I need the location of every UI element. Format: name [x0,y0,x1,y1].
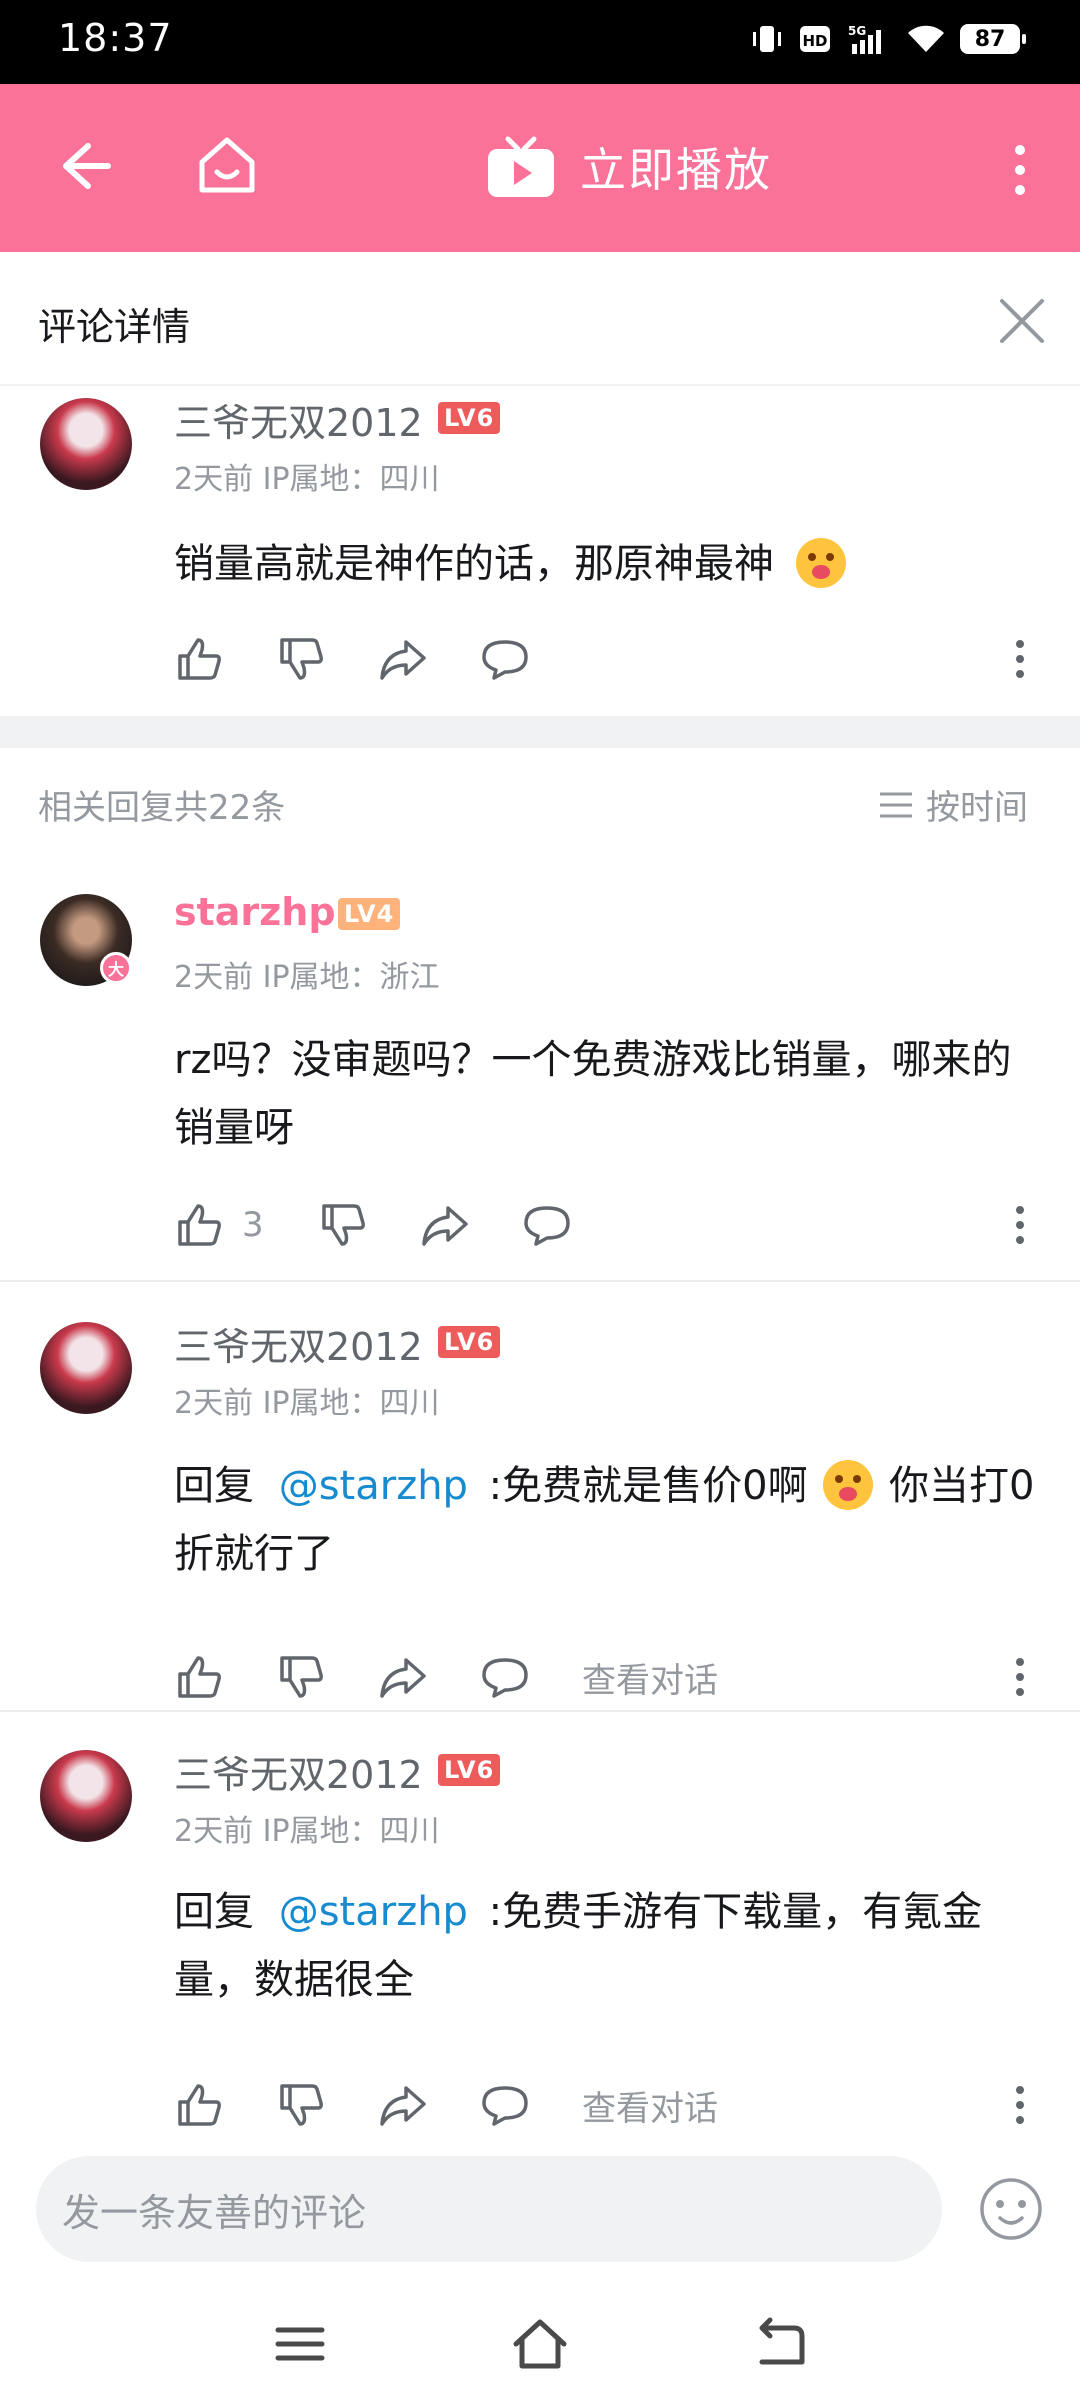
home-nav-icon[interactable] [510,2314,570,2374]
svg-text:5G: 5G [848,24,866,38]
emoji-face-icon[interactable] [978,2176,1044,2242]
comment-text-content: 销量高就是神作的话，那原神最神 [174,541,774,587]
reply-count: 相关回复共22条 [38,788,286,828]
reply-icon[interactable] [480,2080,530,2130]
share-icon[interactable] [420,1200,470,1250]
comment-actions: 3 [174,1200,624,1250]
username[interactable]: 三爷无双2012 [174,1316,423,1371]
vibrate-icon [753,26,781,52]
level-badge: LV4 [338,898,401,930]
comment-text: 回复 @starzhp :免费就是售价0啊 你当打0折就行了 [174,1452,1044,1588]
play-now-label: 立即播放 [580,143,772,197]
mention-link[interactable]: @starzhp [279,1463,468,1509]
system-nav-bar [0,2280,1080,2408]
avatar[interactable] [40,398,132,490]
comment-text-part: :免费就是售价0啊 [488,1463,808,1509]
avatar[interactable] [40,1750,132,1842]
more-options-icon[interactable] [1008,2080,1032,2130]
reply-prefix: 回复 [174,1463,254,1509]
like-count: 3 [242,1205,264,1245]
reply-icon[interactable] [480,1652,530,1702]
share-icon[interactable] [378,634,428,684]
wifi-icon [908,25,944,52]
status-bar: 18:37 HD 5G 87 [0,0,1080,84]
hd-icon: HD [800,26,830,52]
emoji-icon [823,1460,874,1510]
back-nav-icon[interactable] [750,2314,810,2374]
reply-icon[interactable] [522,1200,572,1250]
sort-icon [880,792,912,817]
level-badge: LV6 [438,402,501,434]
like-icon[interactable] [174,1200,224,1250]
more-menu-icon[interactable] [1000,140,1040,200]
mention-link[interactable]: @starzhp [279,1889,468,1935]
reply-item: 三爷无双2012 LV6 2天前 IP属地：四川 回复 @starzhp :免费… [0,1282,1080,1712]
back-arrow-icon[interactable] [52,134,116,198]
home-icon[interactable] [192,130,262,200]
reply-item: 大 starzhp LV4 2天前 IP属地：浙江 rz吗？没审题吗？一个免费游… [0,880,1080,1282]
more-options-icon[interactable] [1008,1652,1032,1702]
comment-input-bar: 发一条友善的评论 [0,2136,1080,2280]
like-icon[interactable] [174,2080,224,2130]
top-bar: 立即播放 [0,84,1080,252]
reply-prefix: 回复 [174,1889,254,1935]
share-icon[interactable] [378,1652,428,1702]
dislike-icon[interactable] [276,634,326,684]
comment-text: rz吗？没审题吗？一个免费游戏比销量，哪来的销量呀 [174,1037,1012,1151]
vip-badge: 大 [100,952,132,984]
comment-meta: 2天前 IP属地：四川 [174,462,440,497]
view-conversation-link[interactable]: 查看对话 [582,1653,718,1702]
status-icons: HD 5G 87 [750,22,1026,56]
reply-item: 三爷无双2012 LV6 2天前 IP属地：四川 回复 @starzhp :免费… [0,1710,1080,2136]
dislike-icon[interactable] [276,1652,326,1702]
more-options-icon[interactable] [1008,1200,1032,1250]
emoji-icon [795,538,846,588]
level-badge: LV6 [438,1754,501,1786]
more-options-icon[interactable] [1008,634,1032,684]
main-comment: 三爷无双2012 LV6 2天前 IP属地：四川 销量高就是神作的话，那原神最神 [0,386,1080,716]
level-badge: LV6 [438,1326,501,1358]
status-time: 18:37 [58,16,173,60]
comment-detail-header: 评论详情 [0,252,1080,386]
comment-actions: 查看对话 [174,2080,718,2130]
comment-meta: 2天前 IP属地：浙江 [174,960,440,995]
reply-icon[interactable] [480,634,530,684]
dislike-icon[interactable] [276,2080,326,2130]
sort-label: 按时间 [926,788,1028,828]
username[interactable]: 三爷无双2012 [174,392,423,447]
comment-meta: 2天前 IP属地：四川 [174,1386,440,1421]
like-icon[interactable] [174,634,224,684]
like-icon[interactable] [174,1652,224,1702]
tv-play-icon [488,136,554,197]
dislike-icon[interactable] [318,1200,368,1250]
signal-icon: 5G [848,24,881,54]
share-icon[interactable] [378,2080,428,2130]
section-divider [0,716,1080,748]
close-icon[interactable] [996,295,1048,347]
comment-text: 回复 @starzhp :免费手游有下载量，有氪金量，数据很全 [174,1878,1044,2014]
comment-actions: 查看对话 [174,1652,718,1702]
comment-meta: 2天前 IP属地：四川 [174,1814,440,1849]
comment-detail-title: 评论详情 [38,305,191,349]
username[interactable]: starzhp [174,890,336,934]
comment-text: 销量高就是神作的话，那原神最神 [174,530,1044,598]
battery-indicator: 87 [960,24,1026,54]
comment-actions [174,634,582,684]
svg-text:HD: HD [802,32,827,50]
menu-icon[interactable] [270,2314,330,2374]
avatar[interactable] [40,1322,132,1414]
sort-by-time-button[interactable]: 按时间 [878,780,1028,829]
play-now-button[interactable]: 立即播放 [486,134,772,200]
comment-input[interactable]: 发一条友善的评论 [36,2156,942,2262]
view-conversation-link[interactable]: 查看对话 [582,2081,718,2130]
username[interactable]: 三爷无双2012 [174,1744,423,1799]
